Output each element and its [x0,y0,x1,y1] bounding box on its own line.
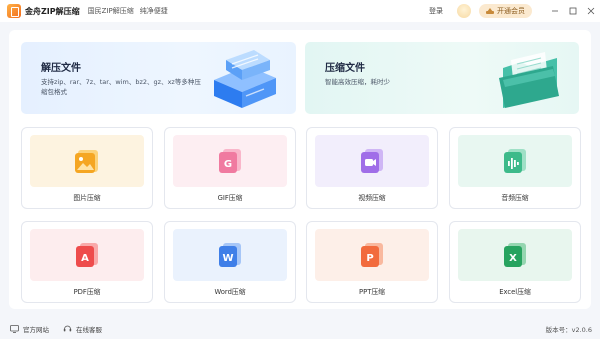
card-word-bg: W [173,229,287,281]
slogan-primary: 国民ZIP解压缩 [87,7,134,15]
excel-glyph: X [509,253,517,264]
card-word-compress[interactable]: W Word压缩 [164,221,296,303]
card-pdf-bg: A [30,229,144,281]
ppt-icon: P [361,243,383,267]
minimize-button[interactable] [546,0,564,22]
decompress-description: 支持zip、rar、7z、tar、wim、bz2、gz、xz等多种压缩包格式 [41,78,201,96]
gif-glyph: G [224,159,232,170]
card-video-label: 视频压缩 [358,194,386,202]
compress-card[interactable]: 压缩文件 智能高效压缩，耗时少 [305,42,579,114]
card-pdf-label: PDF压缩 [73,288,101,296]
login-link[interactable]: 登录 [429,6,443,16]
compress-title: 压缩文件 [325,63,365,74]
card-gif-bg: G [173,135,287,187]
excel-icon: X [504,243,526,267]
minus-icon [552,10,558,12]
square-icon [569,7,577,15]
website-label: 官方网站 [23,325,49,334]
audio-icon [504,149,526,173]
customer-service-label: 在线客服 [76,325,102,334]
monitor-icon [10,324,19,333]
word-glyph: W [222,253,233,264]
card-word-label: Word压缩 [214,288,246,296]
close-icon [587,7,595,15]
word-icon: W [219,243,241,267]
archive-box-icon [214,50,276,108]
slogan-secondary: 纯净便捷 [139,7,168,15]
crown-icon [486,8,494,14]
compress-description: 智能高效压缩，耗时少 [325,78,390,86]
card-audio-label: 音频压缩 [501,194,529,202]
website-link[interactable]: 官方网站 [10,324,49,334]
title-bar: 金舟ZIP解压缩 国民ZIP解压缩 纯净便捷 登录 开通会员 [0,0,600,22]
avatar[interactable] [457,4,471,18]
card-ppt-compress[interactable]: P PPT压缩 [306,221,438,303]
video-icon [361,149,383,173]
version-text: 版本号：v2.0.6 [545,325,592,334]
headset-icon [63,325,72,332]
card-image-label: 图片压缩 [73,194,101,202]
decompress-title: 解压文件 [41,63,81,74]
card-audio-compress[interactable]: 音频压缩 [449,127,581,209]
card-gif-label: GIF压缩 [217,194,243,202]
card-ppt-label: PPT压缩 [359,288,385,296]
ppt-glyph: P [366,253,373,264]
close-button[interactable] [582,0,600,22]
gif-icon: G [219,149,241,173]
vip-button-label: 开通会员 [497,7,525,15]
footer: 官方网站 在线客服 版本号：v2.0.6 [0,318,600,339]
card-audio-bg [458,135,572,187]
card-image-bg [30,135,144,187]
card-excel-bg: X [458,229,572,281]
folder-icon [499,52,559,108]
card-pdf-compress[interactable]: A PDF压缩 [21,221,153,303]
app-logo-icon [7,4,21,18]
card-image-compress[interactable]: 图片压缩 [21,127,153,209]
main-panel: 解压文件 支持zip、rar、7z、tar、wim、bz2、gz、xz等多种压缩… [9,30,591,309]
app-name: 金舟ZIP解压缩 [25,6,80,16]
card-excel-label: Excel压缩 [499,288,531,296]
pdf-icon: A [76,243,98,267]
image-icon [75,150,98,173]
card-video-bg [315,135,429,187]
card-video-compress[interactable]: 视频压缩 [306,127,438,209]
maximize-button[interactable] [564,0,582,22]
vip-button[interactable]: 开通会员 [479,4,532,18]
customer-service-link[interactable]: 在线客服 [63,324,102,334]
decompress-card[interactable]: 解压文件 支持zip、rar、7z、tar、wim、bz2、gz、xz等多种压缩… [21,42,296,114]
card-ppt-bg: P [315,229,429,281]
pdf-glyph: A [81,253,89,264]
card-excel-compress[interactable]: X Excel压缩 [449,221,581,303]
card-gif-compress[interactable]: G GIF压缩 [164,127,296,209]
